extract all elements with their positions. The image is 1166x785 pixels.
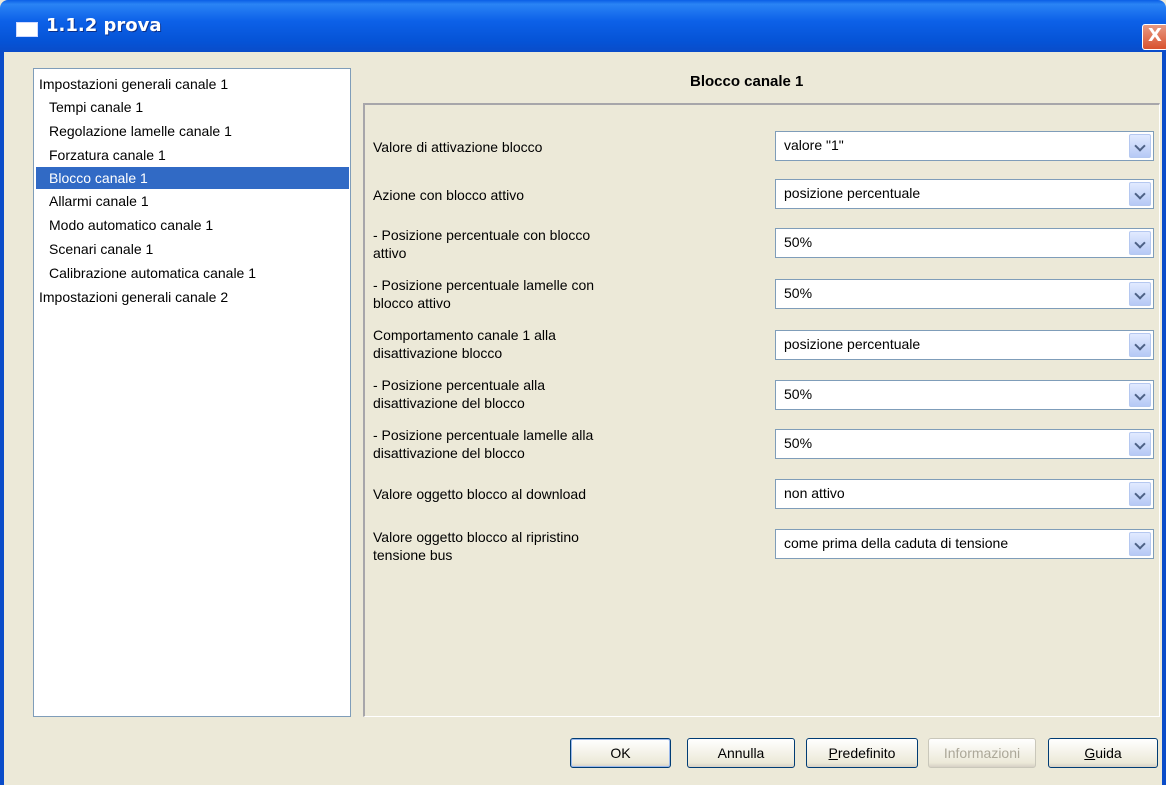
dropdown-value: come prima della caduta di tensione bbox=[784, 535, 1009, 551]
param-dropdown[interactable]: 50% bbox=[775, 228, 1154, 258]
chevron-down-icon[interactable] bbox=[1129, 231, 1151, 255]
dropdown-value: non attivo bbox=[784, 485, 845, 501]
tree-item-regolazione-lamelle-canale-1[interactable]: Regolazione lamelle canale 1 bbox=[46, 120, 235, 142]
dropdown-value: 50% bbox=[784, 435, 813, 451]
tree-item-blocco-canale-1[interactable]: Blocco canale 1 bbox=[36, 167, 349, 189]
info-button: Informazioni bbox=[928, 738, 1036, 768]
chevron-down-icon[interactable] bbox=[1129, 532, 1151, 556]
param-label: Azione con blocco attivo bbox=[373, 187, 524, 203]
param-label: Valore oggetto blocco al ripristino tens… bbox=[373, 529, 579, 563]
tree-item-forzatura-canale-1[interactable]: Forzatura canale 1 bbox=[46, 144, 169, 166]
defaults-button-label: redefinito bbox=[837, 745, 896, 761]
tree-item-modo-automatico-canale-1[interactable]: Modo automatico canale 1 bbox=[46, 214, 216, 236]
chevron-down-icon[interactable] bbox=[1129, 182, 1151, 206]
tree-item-allarmi-canale-1[interactable]: Allarmi canale 1 bbox=[46, 190, 152, 212]
cancel-button[interactable]: Annulla bbox=[687, 738, 795, 768]
tree-item-impostazioni-generali-canale-1[interactable]: Impostazioni generali canale 1 bbox=[36, 73, 231, 95]
param-dropdown[interactable]: come prima della caduta di tensione bbox=[775, 529, 1154, 559]
param-dropdown[interactable]: valore "1" bbox=[775, 131, 1154, 161]
dropdown-value: posizione percentuale bbox=[784, 336, 921, 352]
param-dropdown[interactable]: posizione percentuale bbox=[775, 179, 1154, 209]
chevron-down-icon[interactable] bbox=[1129, 383, 1151, 407]
tree-item-impostazioni-generali-canale-2[interactable]: Impostazioni generali canale 2 bbox=[36, 286, 231, 308]
param-dropdown[interactable]: 50% bbox=[775, 279, 1154, 309]
param-label: - Posizione percentuale alla disattivazi… bbox=[373, 377, 545, 411]
defaults-button[interactable]: Predefinito bbox=[806, 738, 918, 768]
window-title: 1.1.2 prova bbox=[46, 15, 162, 36]
tree-item-tempi-canale-1[interactable]: Tempi canale 1 bbox=[46, 96, 146, 118]
ok-button[interactable]: OK bbox=[570, 738, 671, 768]
help-button-mnemonic: G bbox=[1084, 745, 1096, 761]
chevron-down-icon[interactable] bbox=[1129, 282, 1151, 306]
tree-item-scenari-canale-1[interactable]: Scenari canale 1 bbox=[46, 238, 156, 260]
chevron-down-icon[interactable] bbox=[1129, 482, 1151, 506]
param-dropdown[interactable]: non attivo bbox=[775, 479, 1154, 509]
param-dropdown[interactable]: 50% bbox=[775, 429, 1154, 459]
chevron-down-icon[interactable] bbox=[1129, 432, 1151, 456]
window-frame-right bbox=[1162, 52, 1166, 785]
param-label: Valore oggetto blocco al download bbox=[373, 486, 587, 502]
param-label: Valore di attivazione blocco bbox=[373, 139, 543, 155]
param-label: - Posizione percentuale lamelle con bloc… bbox=[373, 277, 595, 311]
window-frame-left bbox=[0, 52, 4, 785]
param-label: - Posizione percentuale con blocco attiv… bbox=[373, 227, 591, 261]
param-dropdown[interactable]: posizione percentuale bbox=[775, 330, 1154, 360]
dropdown-value: 50% bbox=[784, 285, 813, 301]
defaults-button-mnemonic: P bbox=[828, 745, 838, 761]
panel-title: Blocco canale 1 bbox=[690, 73, 804, 90]
chevron-down-icon[interactable] bbox=[1129, 333, 1151, 357]
param-label: Comportamento canale 1 alla disattivazio… bbox=[373, 327, 556, 361]
chevron-down-icon[interactable] bbox=[1129, 134, 1151, 158]
title-bar: 1.1.2 prova X bbox=[0, 0, 1166, 52]
navigation-tree[interactable]: Impostazioni generali canale 1 Tempi can… bbox=[33, 68, 351, 717]
close-button[interactable]: X bbox=[1142, 24, 1166, 50]
param-label: - Posizione percentuale lamelle alla dis… bbox=[373, 427, 594, 461]
help-button-label: uida bbox=[1095, 745, 1122, 761]
window-icon bbox=[16, 22, 38, 37]
dropdown-value: 50% bbox=[784, 386, 813, 402]
dropdown-value: valore "1" bbox=[784, 137, 844, 153]
dropdown-value: posizione percentuale bbox=[784, 185, 921, 201]
dropdown-value: 50% bbox=[784, 234, 813, 250]
param-dropdown[interactable]: 50% bbox=[775, 380, 1154, 410]
help-button[interactable]: Guida bbox=[1048, 738, 1158, 768]
tree-item-calibrazione-automatica-canale-1[interactable]: Calibrazione automatica canale 1 bbox=[46, 262, 259, 284]
